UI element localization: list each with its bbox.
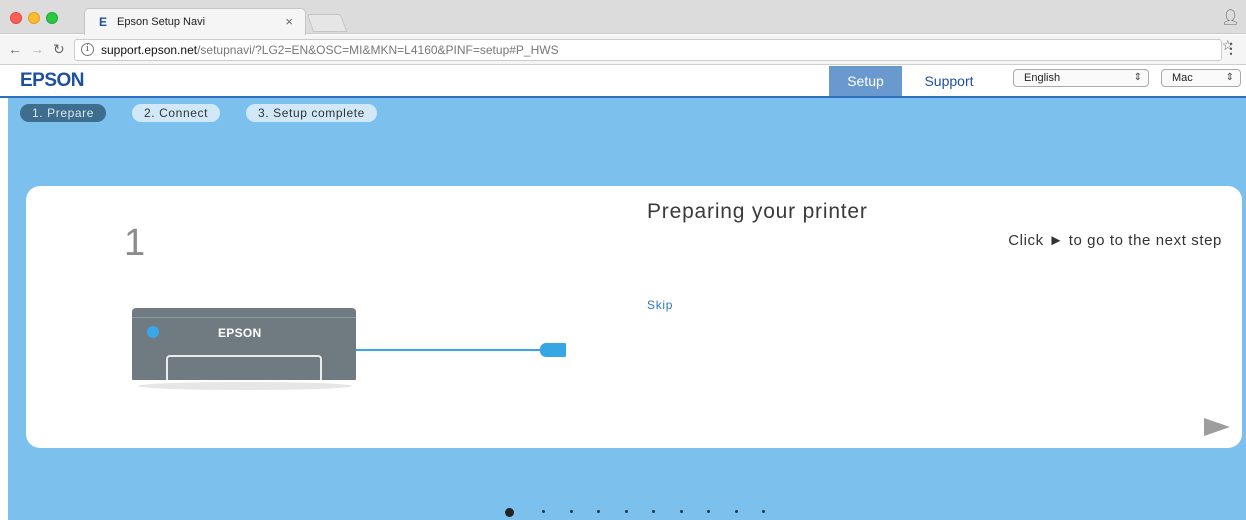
printer-brand-label: EPSON xyxy=(218,326,262,340)
setup-stage: 1. Prepare 2. Connect 3. Setup complete … xyxy=(8,98,1246,520)
tab-support[interactable]: Support xyxy=(908,66,990,96)
browser-tab-bar: E Epson Setup Navi × 👤︎ xyxy=(0,0,1246,35)
instruction-card: 1 Preparing your printer Click ► to go t… xyxy=(26,186,1242,448)
skip-link[interactable]: Skip xyxy=(647,298,673,312)
usb-cable xyxy=(356,349,542,351)
card-title: Preparing your printer xyxy=(647,200,868,223)
pagination-dot[interactable] xyxy=(505,508,514,517)
pagination-dot[interactable] xyxy=(762,510,765,513)
browser-toolbar: ← → ↻ i support.epson.net/setupnavi/?LG2… xyxy=(0,35,1246,65)
reload-icon[interactable]: ↻ xyxy=(53,41,65,58)
printer-top-edge xyxy=(132,308,356,318)
step-setup-complete[interactable]: 3. Setup complete xyxy=(246,104,377,122)
printer-shadow xyxy=(138,382,352,390)
browser-tab[interactable]: E Epson Setup Navi × xyxy=(84,8,306,35)
next-arrow-icon[interactable] xyxy=(1204,418,1230,436)
tab-title: Epson Setup Navi xyxy=(117,16,206,28)
url-host: support.epson.net xyxy=(101,43,198,57)
pagination-dot[interactable] xyxy=(679,510,683,513)
epson-logo[interactable]: EPSON xyxy=(20,70,85,92)
pagination-dot[interactable] xyxy=(569,510,573,513)
pagination-dot[interactable] xyxy=(624,510,628,513)
pagination-dot[interactable] xyxy=(597,510,600,513)
step-number: 1 xyxy=(124,222,146,264)
profile-icon[interactable]: 👤︎ xyxy=(1221,8,1240,26)
info-icon[interactable]: i xyxy=(81,43,94,56)
zoom-window-button[interactable] xyxy=(46,12,58,24)
new-tab-button[interactable] xyxy=(306,14,348,32)
url-path: /setupnavi/?LG2=EN&OSC=MI&MKN=L4160&PINF… xyxy=(197,43,559,57)
select-arrows-icon: ⇕ xyxy=(1225,72,1234,83)
pagination-dot[interactable] xyxy=(734,510,738,513)
back-arrow-icon[interactable]: ← xyxy=(8,41,22,57)
language-select[interactable]: English ⇕ xyxy=(1013,69,1149,87)
printer-illustration: EPSON xyxy=(132,308,356,380)
usb-plug-icon xyxy=(540,343,566,357)
pagination-dot[interactable] xyxy=(707,510,710,513)
url-text[interactable]: support.epson.net/setupnavi/?LG2=EN&OSC=… xyxy=(101,43,559,57)
os-select-value: Mac xyxy=(1172,72,1193,84)
printer-led-icon xyxy=(147,326,159,338)
next-step-hint: Click ► to go to the next step xyxy=(1008,232,1222,249)
step-connect[interactable]: 2. Connect xyxy=(132,104,221,122)
language-select-value: English xyxy=(1024,72,1061,84)
pagination-dot[interactable] xyxy=(652,510,655,513)
os-select[interactable]: Mac ⇕ xyxy=(1161,69,1241,87)
tab-setup[interactable]: Setup xyxy=(829,66,902,96)
step-prepare[interactable]: 1. Prepare xyxy=(20,104,107,122)
address-bar[interactable]: i support.epson.net/setupnavi/?LG2=EN&OS… xyxy=(74,39,1222,61)
site-header: EPSON Setup Support English ⇕ Mac ⇕ xyxy=(0,66,1246,98)
menu-icon[interactable]: ⋮ xyxy=(1224,40,1238,57)
epson-favicon-icon: E xyxy=(99,15,108,29)
printer-paper-slot xyxy=(166,355,322,380)
close-window-button[interactable] xyxy=(10,12,22,24)
close-tab-icon[interactable]: × xyxy=(285,14,293,29)
select-arrows-icon: ⇕ xyxy=(1133,72,1142,83)
minimize-window-button[interactable] xyxy=(28,12,40,24)
forward-arrow-icon[interactable]: → xyxy=(30,41,44,57)
pagination-dot[interactable] xyxy=(542,510,545,513)
